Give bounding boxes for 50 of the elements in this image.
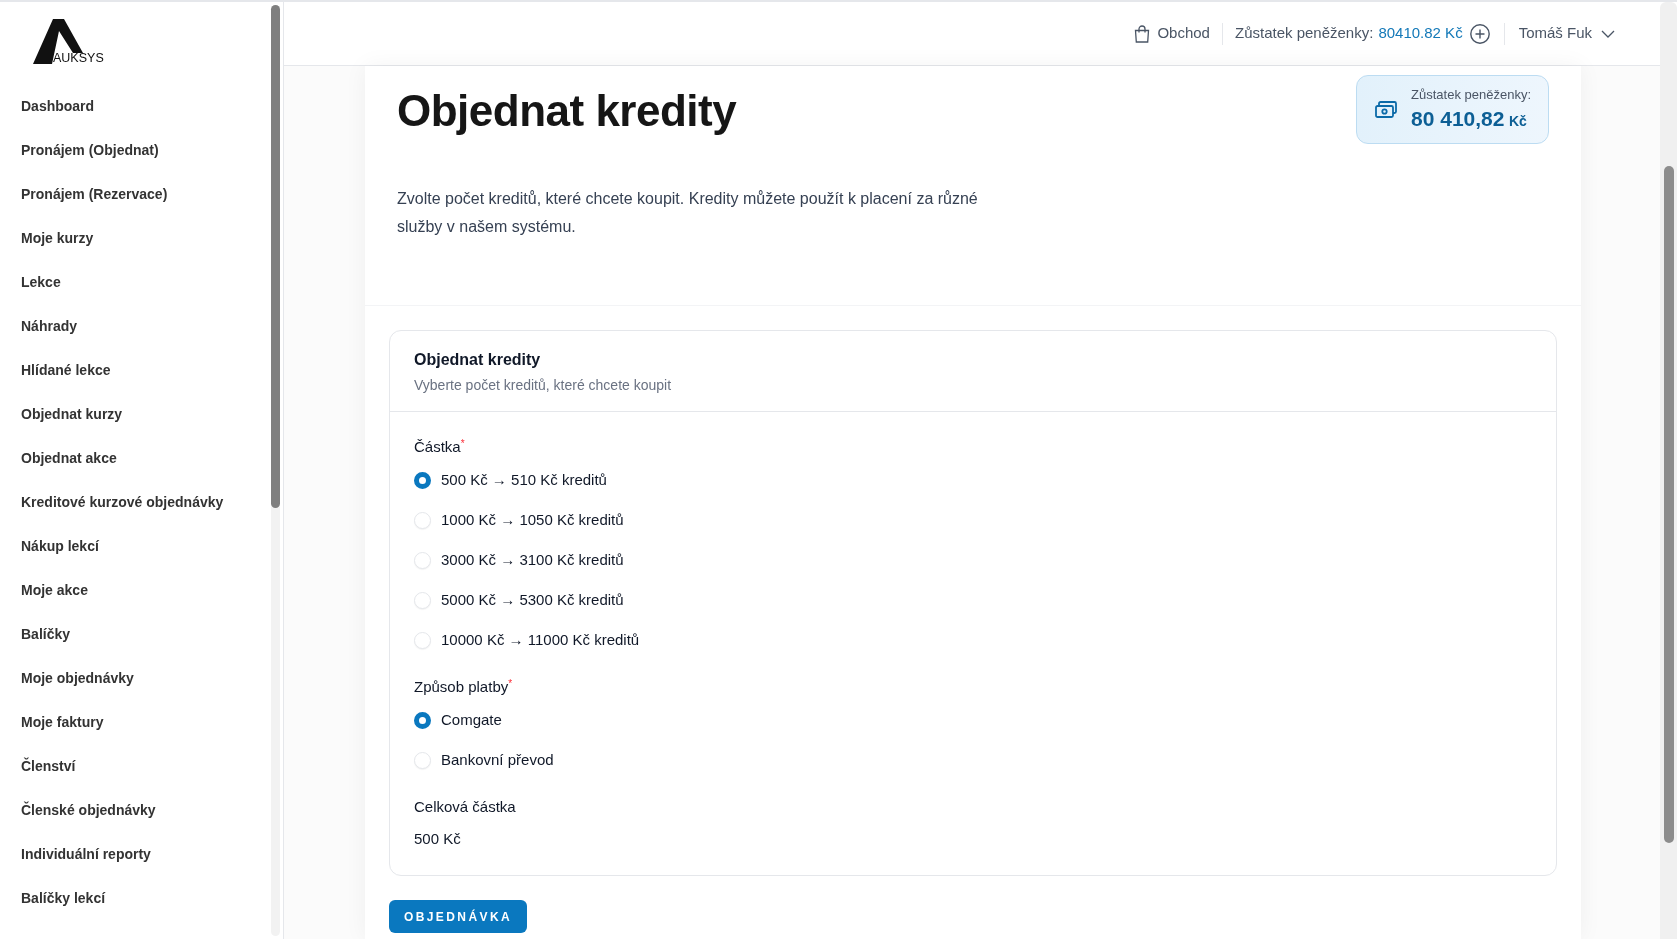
radio-option-label: Comgate: [441, 710, 502, 730]
radio-option-label: 3000 Kč → 3100 Kč kreditů: [441, 550, 624, 570]
page-title: Objednat kredity: [397, 85, 737, 137]
page-description: Zvolte počet kreditů, které chcete koupit. Kredity můžete použít k placení za různé služby v našem systému.: [397, 189, 979, 237]
radio-option-label: 5000 Kč → 5300 Kč kreditů: [441, 590, 624, 610]
plus-circle-icon[interactable]: [1469, 23, 1490, 44]
scrollbar-thumb[interactable]: [1663, 166, 1674, 843]
nav-item[interactable]: Objednat akce: [21, 447, 117, 469]
nav-item[interactable]: Lekce: [21, 271, 61, 293]
nav-item[interactable]: Individuální reporty: [21, 843, 151, 865]
balance-label: Zůstatek peněženky:: [1411, 85, 1531, 104]
nav-item[interactable]: Moje faktury: [21, 711, 104, 733]
radio-button[interactable]: [414, 471, 431, 489]
nav-item[interactable]: Moje akce: [21, 579, 88, 601]
order-button[interactable]: OBJEDNÁVKA: [389, 900, 527, 933]
nav-item[interactable]: Kreditové kurzové objednávky: [21, 491, 224, 513]
card-title: Objednat kredity: [414, 350, 542, 370]
user-menu-button[interactable]: Tomáš Fuk: [1518, 22, 1615, 45]
balance-amount: 80 410,82 Kč: [1411, 105, 1528, 132]
radio-option-label: Bankovní převod: [441, 750, 554, 770]
nav-item[interactable]: Členské objednávky: [21, 799, 156, 821]
radio-option-label: 500 Kč → 510 Kč kreditů: [441, 470, 607, 490]
nav-item[interactable]: Pronájem (Rezervace): [21, 183, 168, 205]
nav-item[interactable]: Hlídané lekce: [21, 359, 111, 381]
radio-option-label: 1000 Kč → 1050 Kč kreditů: [441, 510, 624, 530]
nav-item[interactable]: Balíčky lekcí: [21, 887, 106, 909]
wallet-balance-value: 80410.82 Kč: [1378, 23, 1463, 44]
total-amount-value: 500 Kč: [414, 829, 462, 849]
field-label: Způsob platby$^{*}$: [414, 677, 514, 697]
banknotes-icon: [1375, 101, 1398, 118]
nav-item[interactable]: Objednat kurzy: [21, 403, 123, 425]
nav-item[interactable]: Členství: [21, 755, 76, 777]
scrollbar-thumb[interactable]: [271, 5, 280, 508]
logo-text: AUKSYS: [53, 52, 104, 64]
nav-item[interactable]: Náhrady: [21, 315, 78, 337]
nav-item[interactable]: Pronájem (Objednat): [21, 139, 159, 161]
card-subtitle: Vyberte počet kreditů, které chcete koupit: [414, 376, 673, 395]
chevron-down-icon: [1601, 29, 1615, 38]
nav-item[interactable]: Moje kurzy: [21, 227, 94, 249]
nav-item[interactable]: Balíčky: [21, 623, 71, 645]
shopping-bag-icon: [1134, 24, 1151, 43]
wallet-balance-label: Zůstatek peněženky:: [1234, 23, 1374, 44]
field-label: Celková částka: [414, 797, 517, 817]
field-label: Částka$^{*}$: [414, 437, 466, 457]
shop-link[interactable]: Obchod: [1134, 22, 1210, 45]
nav-item[interactable]: Moje objednávky: [21, 667, 134, 689]
nav-item[interactable]: Nákup lekcí: [21, 535, 99, 557]
nav-item[interactable]: Dashboard: [21, 95, 95, 117]
radio-button[interactable]: [414, 711, 431, 729]
radio-option-label: 10000 Kč → 11000 Kč kreditů: [441, 630, 640, 650]
